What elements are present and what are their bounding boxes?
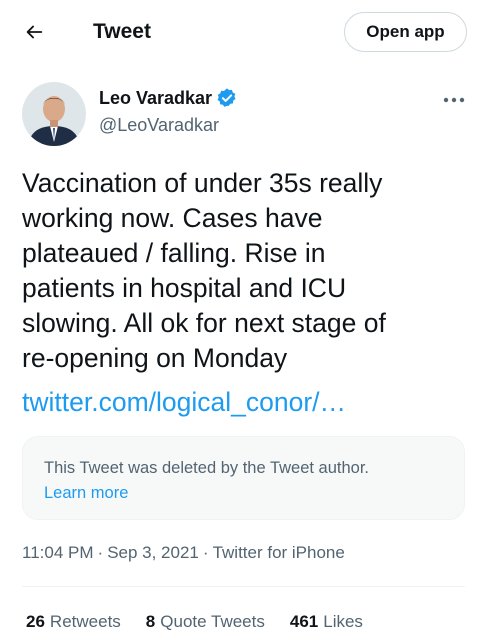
tweet-meta: 11:04 PM · Sep 3, 2021 · Twitter for iPh… bbox=[22, 541, 345, 565]
more-icon bbox=[443, 97, 465, 103]
deleted-quote-card: This Tweet was deleted by the Tweet auth… bbox=[22, 436, 465, 520]
display-name: Leo Varadkar bbox=[99, 88, 213, 108]
divider bbox=[22, 586, 465, 587]
avatar[interactable] bbox=[22, 82, 86, 146]
author-name-row[interactable]: Leo Varadkar bbox=[99, 86, 238, 110]
retweets-stat[interactable]: 26 Retweets bbox=[26, 610, 121, 634]
quotes-count: 8 bbox=[145, 612, 156, 631]
tweet-time[interactable]: 11:04 PM bbox=[22, 541, 94, 565]
more-button[interactable] bbox=[438, 90, 470, 110]
author-handle[interactable]: @LeoVaradkar bbox=[99, 113, 219, 137]
likes-stat[interactable]: 461 Likes bbox=[290, 610, 363, 634]
back-arrow-icon bbox=[26, 25, 43, 39]
retweets-count: 26 bbox=[26, 612, 45, 631]
learn-more-link[interactable]: Learn more bbox=[44, 482, 128, 504]
verified-badge-icon bbox=[216, 87, 238, 109]
deleted-message: This Tweet was deleted by the Tweet auth… bbox=[44, 459, 370, 477]
tweet-text: Vaccination of under 35s really working … bbox=[22, 168, 386, 373]
retweets-label: Retweets bbox=[49, 612, 121, 631]
meta-separator: · bbox=[202, 543, 209, 562]
tweet-date[interactable]: Sep 3, 2021 bbox=[107, 541, 199, 565]
page-title: Tweet bbox=[93, 20, 151, 43]
tweet-source[interactable]: Twitter for iPhone bbox=[213, 541, 345, 565]
tweet-link[interactable]: twitter.com/logical_conor/… bbox=[22, 385, 346, 420]
quotes-label: Quote Tweets bbox=[160, 612, 265, 631]
back-button[interactable] bbox=[18, 16, 50, 48]
open-app-button[interactable]: Open app bbox=[344, 12, 467, 52]
tweet-stats: 26 Retweets 8 Quote Tweets 461 Likes bbox=[26, 610, 388, 634]
top-bar: Tweet Open app bbox=[0, 0, 480, 64]
quote-tweets-stat[interactable]: 8 Quote Tweets bbox=[146, 610, 265, 634]
likes-label: Likes bbox=[323, 612, 363, 631]
meta-separator: · bbox=[97, 543, 104, 562]
likes-count: 461 bbox=[289, 612, 319, 631]
tweet-author: Leo Varadkar @LeoVaradkar bbox=[0, 80, 480, 148]
